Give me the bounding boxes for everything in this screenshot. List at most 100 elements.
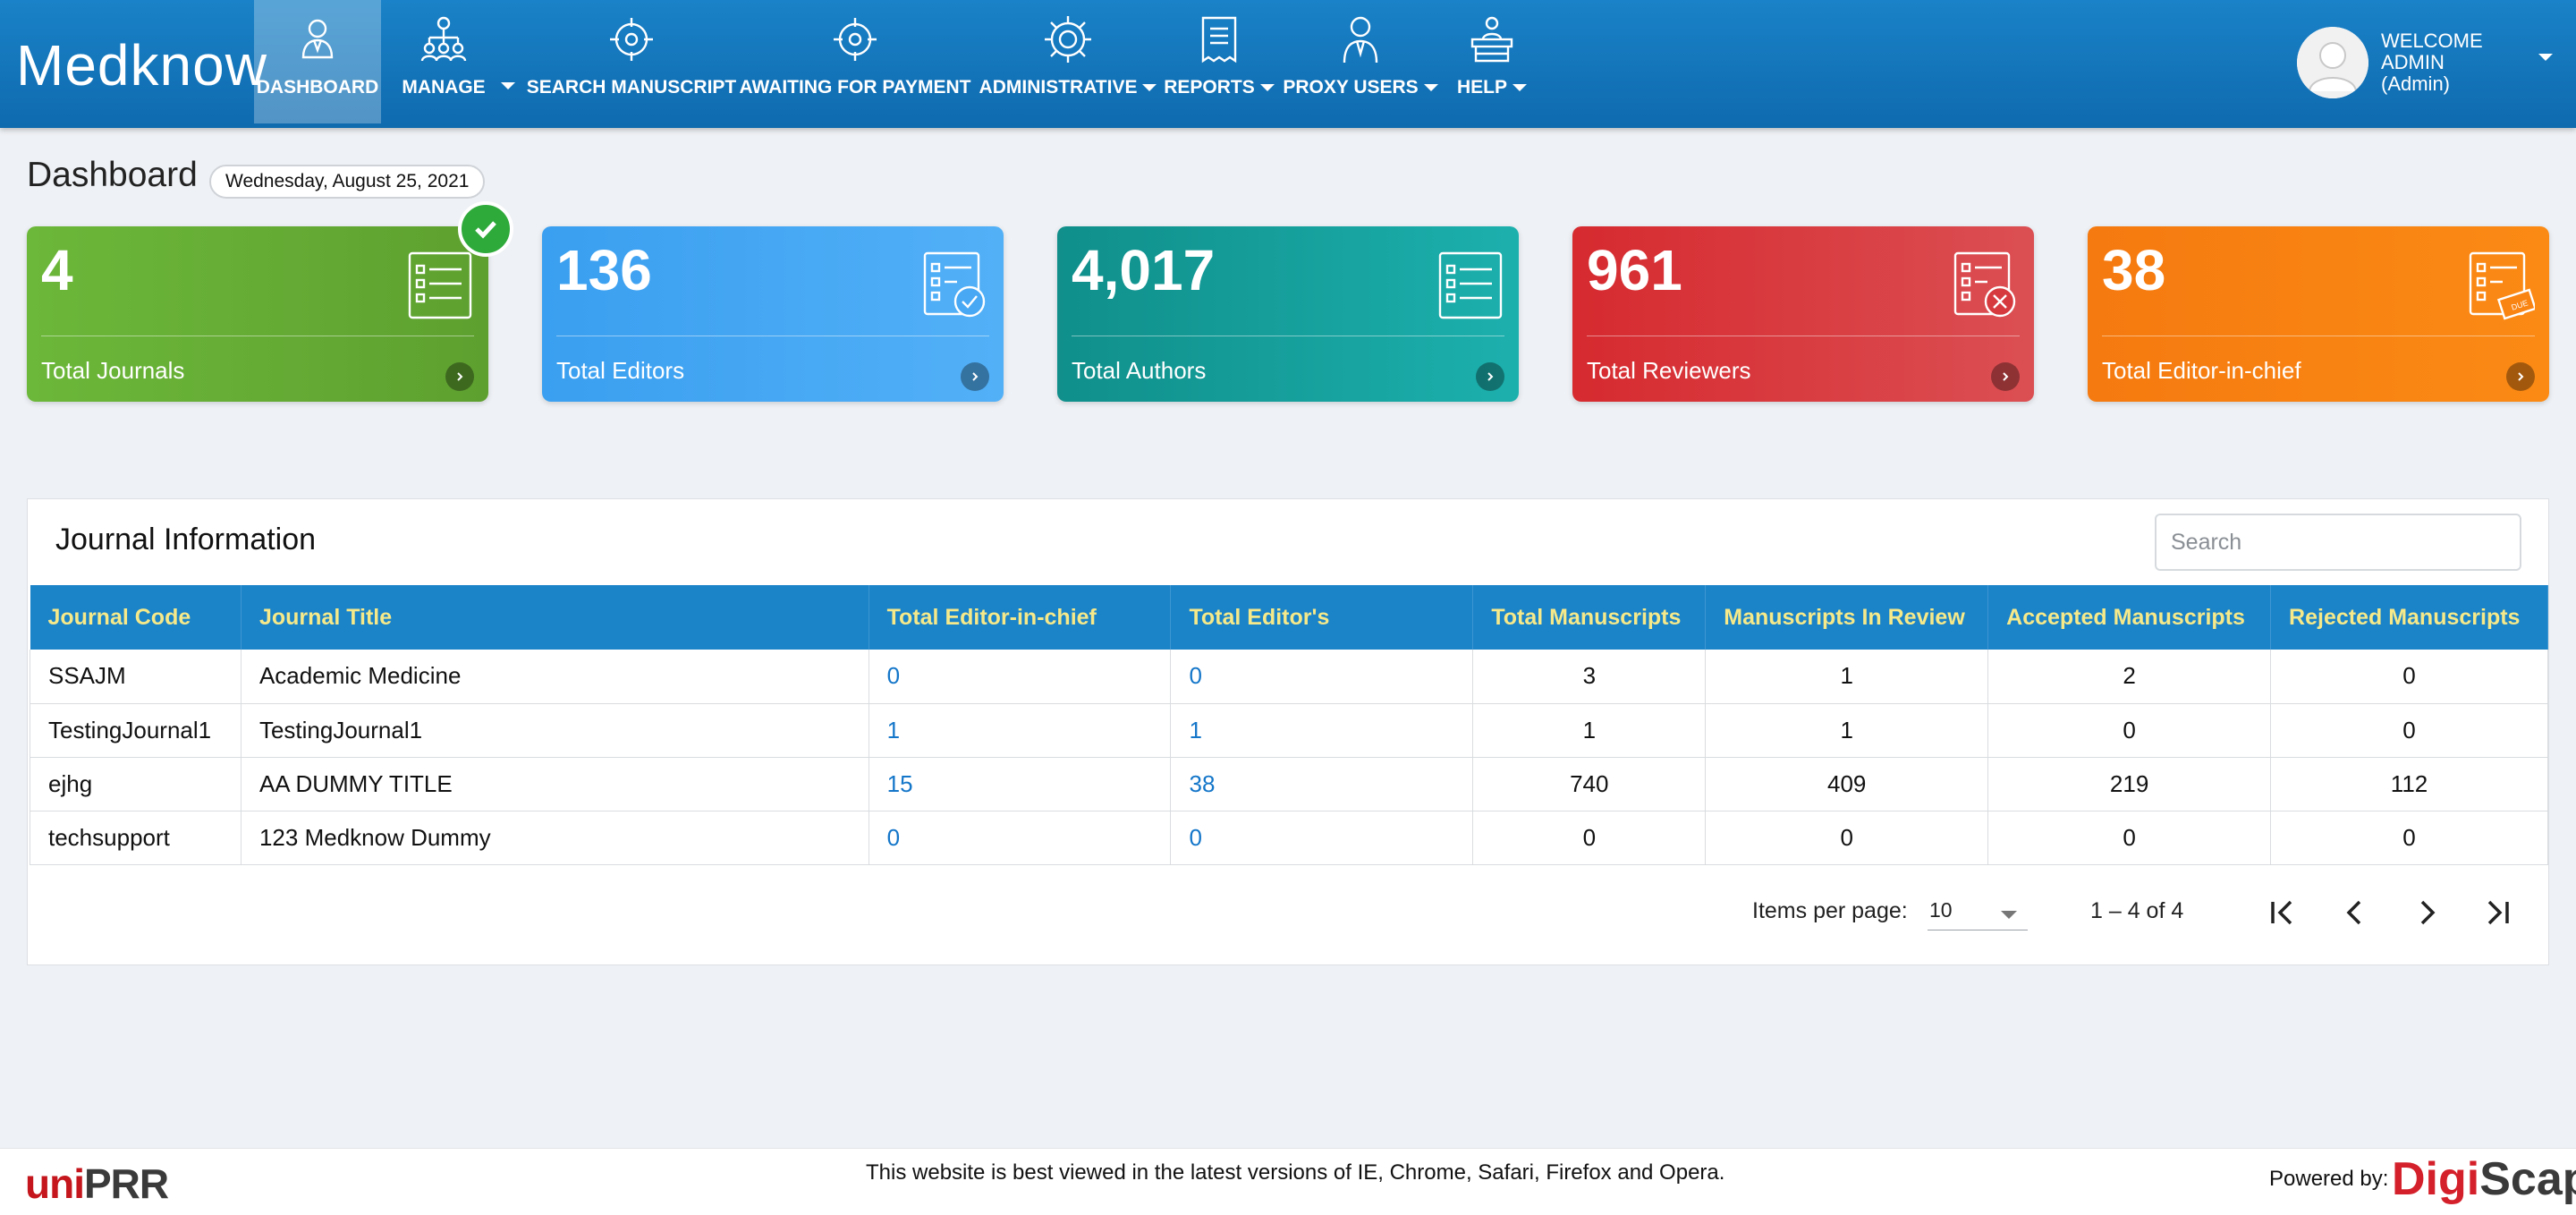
- stat-label: Total Authors: [1072, 357, 1207, 384]
- cell-journal-code: SSAJM: [30, 650, 242, 704]
- chevron-down-icon: [1259, 84, 1275, 91]
- help-desk-icon: [1465, 13, 1519, 66]
- paginator: Items per page: 10 1 – 4 of 4: [28, 886, 2550, 939]
- cell-accepted: 0: [1987, 811, 2272, 865]
- table-header-row: Journal Code Journal Title Total Editor-…: [30, 585, 2548, 650]
- cell-editor-in-chief-link[interactable]: 0: [869, 650, 1172, 704]
- nav-help[interactable]: HELP: [1454, 0, 1530, 123]
- search-input[interactable]: [2155, 514, 2521, 571]
- cell-journal-code: ejhg: [30, 757, 242, 811]
- cell-accepted: 219: [1987, 757, 2272, 811]
- first-page-button[interactable]: [2260, 891, 2303, 934]
- column-header-in-review[interactable]: Manuscripts In Review: [1705, 585, 1989, 650]
- cell-editor-in-chief-link[interactable]: 0: [869, 811, 1172, 865]
- column-header-journal-code[interactable]: Journal Code: [30, 585, 242, 650]
- cell-in-review: 1: [1705, 650, 1989, 704]
- stat-value: 38: [2102, 238, 2166, 302]
- top-navigation-bar: Medknow DASHBOARD MANAGE SEARCH MANUSCRI…: [0, 0, 2576, 128]
- cell-editors-link[interactable]: 0: [1170, 650, 1474, 704]
- manage-caret-icon[interactable]: [501, 82, 515, 89]
- column-header-total-manuscripts[interactable]: Total Manuscripts: [1472, 585, 1707, 650]
- nav-search-manuscript[interactable]: SEARCH MANUSCRIPT: [527, 0, 736, 123]
- nav-manage[interactable]: MANAGE: [399, 0, 488, 123]
- journal-information-panel: Journal Information Journal Code Journal…: [27, 498, 2549, 965]
- previous-page-button[interactable]: [2334, 891, 2377, 934]
- chevron-right-icon: [2420, 900, 2436, 925]
- uniprr-logo: uniPRR: [25, 1160, 169, 1207]
- cell-journal-title: AA DUMMY TITLE: [241, 757, 869, 811]
- nav-label-reports: REPORTS: [1164, 77, 1255, 98]
- checklist-icon: [1436, 250, 1504, 321]
- next-page-button[interactable]: [2405, 891, 2448, 934]
- target-icon: [605, 13, 658, 66]
- stat-label: Total Journals: [41, 357, 185, 384]
- page-range: 1 – 4 of 4: [2090, 898, 2184, 923]
- nav-proxy-users[interactable]: PROXY USERS: [1283, 0, 1438, 123]
- nav-label-search-manuscript: SEARCH MANUSCRIPT: [526, 77, 737, 98]
- last-page-button[interactable]: [2477, 891, 2520, 934]
- last-page-icon: [2487, 900, 2509, 925]
- nav-reports[interactable]: REPORTS: [1164, 0, 1275, 123]
- nav-administrative[interactable]: ADMINISTRATIVE: [979, 0, 1157, 123]
- target-icon: [828, 13, 882, 66]
- chevron-right-icon[interactable]: [2506, 362, 2535, 391]
- chevron-right-icon[interactable]: [1991, 362, 2020, 391]
- user-menu-caret-icon[interactable]: [2538, 54, 2553, 61]
- stat-value: 136: [556, 238, 652, 302]
- chevron-down-icon: [1513, 84, 1527, 91]
- panel-title: Journal Information: [55, 523, 317, 557]
- column-header-editor-in-chief[interactable]: Total Editor-in-chief: [869, 585, 1172, 650]
- powered-by-label: Powered by:: [2269, 1167, 2389, 1191]
- cell-rejected: 0: [2270, 650, 2548, 704]
- table-row: techsupport 123 Medknow Dummy 0 0 0 0 0 …: [30, 811, 2548, 865]
- items-per-page-select[interactable]: 10: [1928, 895, 2028, 930]
- chevron-right-icon[interactable]: [1476, 362, 1504, 391]
- chevron-right-icon[interactable]: [961, 362, 989, 391]
- stat-card-editor-in-chief[interactable]: 38 DUE Total Editor-in-chief: [2088, 226, 2549, 402]
- nav-label-dashboard: DASHBOARD: [256, 77, 379, 98]
- checklist-due-icon: DUE: [2467, 250, 2538, 321]
- journal-table: Journal Code Journal Title Total Editor-…: [30, 585, 2548, 865]
- cell-editor-in-chief-link[interactable]: 15: [869, 757, 1172, 811]
- selected-check-icon: [458, 201, 513, 257]
- cell-journal-title: Academic Medicine: [241, 650, 869, 704]
- nav-dashboard[interactable]: DASHBOARD: [254, 0, 381, 123]
- nav-label-proxy-users: PROXY USERS: [1283, 77, 1419, 98]
- column-header-journal-title[interactable]: Journal Title: [241, 585, 869, 650]
- user-role: (Admin): [2381, 72, 2451, 95]
- items-per-page-value: 10: [1929, 898, 1953, 922]
- chevron-down-icon: [1423, 84, 1438, 91]
- avatar[interactable]: [2297, 27, 2368, 98]
- cell-editors-link[interactable]: 1: [1170, 703, 1474, 758]
- cell-editors-link[interactable]: 38: [1170, 757, 1474, 811]
- stat-label: Total Reviewers: [1587, 357, 1751, 384]
- stat-card-journals[interactable]: 4 Total Journals: [27, 226, 488, 402]
- cell-editor-in-chief-link[interactable]: 1: [869, 703, 1172, 758]
- column-header-editors[interactable]: Total Editor's: [1170, 585, 1474, 650]
- stat-card-reviewers[interactable]: 961 Total Reviewers: [1572, 226, 2034, 402]
- column-header-rejected[interactable]: Rejected Manuscripts: [2270, 585, 2548, 650]
- items-per-page-label: Items per page:: [1752, 898, 1908, 923]
- stat-label: Total Editor-in-chief: [2102, 357, 2301, 384]
- chevron-right-icon[interactable]: [445, 362, 474, 391]
- table-row: SSAJM Academic Medicine 0 0 3 1 2 0: [30, 650, 2548, 704]
- stat-card-editors[interactable]: 136 Total Editors: [542, 226, 1004, 402]
- checklist-approved-icon: [921, 250, 989, 321]
- table-row: TestingJournal1 TestingJournal1 1 1 1 1 …: [30, 703, 2548, 758]
- cell-rejected: 0: [2270, 811, 2548, 865]
- welcome-text: WELCOME: [2381, 30, 2483, 52]
- user-name: ADMIN: [2381, 51, 2445, 73]
- app-logo[interactable]: Medknow: [16, 32, 267, 98]
- cell-total-manuscripts: 740: [1472, 757, 1707, 811]
- column-header-accepted[interactable]: Accepted Manuscripts: [1987, 585, 2272, 650]
- chevron-down-icon: [2001, 911, 2017, 919]
- cell-editors-link[interactable]: 0: [1170, 811, 1474, 865]
- table-row: ejhg AA DUMMY TITLE 15 38 740 409 219 11…: [30, 757, 2548, 811]
- receipt-icon: [1192, 13, 1246, 66]
- stat-card-authors[interactable]: 4,017 Total Authors: [1057, 226, 1519, 402]
- user-menu[interactable]: WELCOME ADMIN (Admin): [2297, 27, 2483, 98]
- cell-in-review: 0: [1705, 811, 1989, 865]
- cell-in-review: 1: [1705, 703, 1989, 758]
- cell-rejected: 0: [2270, 703, 2548, 758]
- nav-awaiting-payment[interactable]: AWAITING FOR PAYMENT: [740, 0, 971, 123]
